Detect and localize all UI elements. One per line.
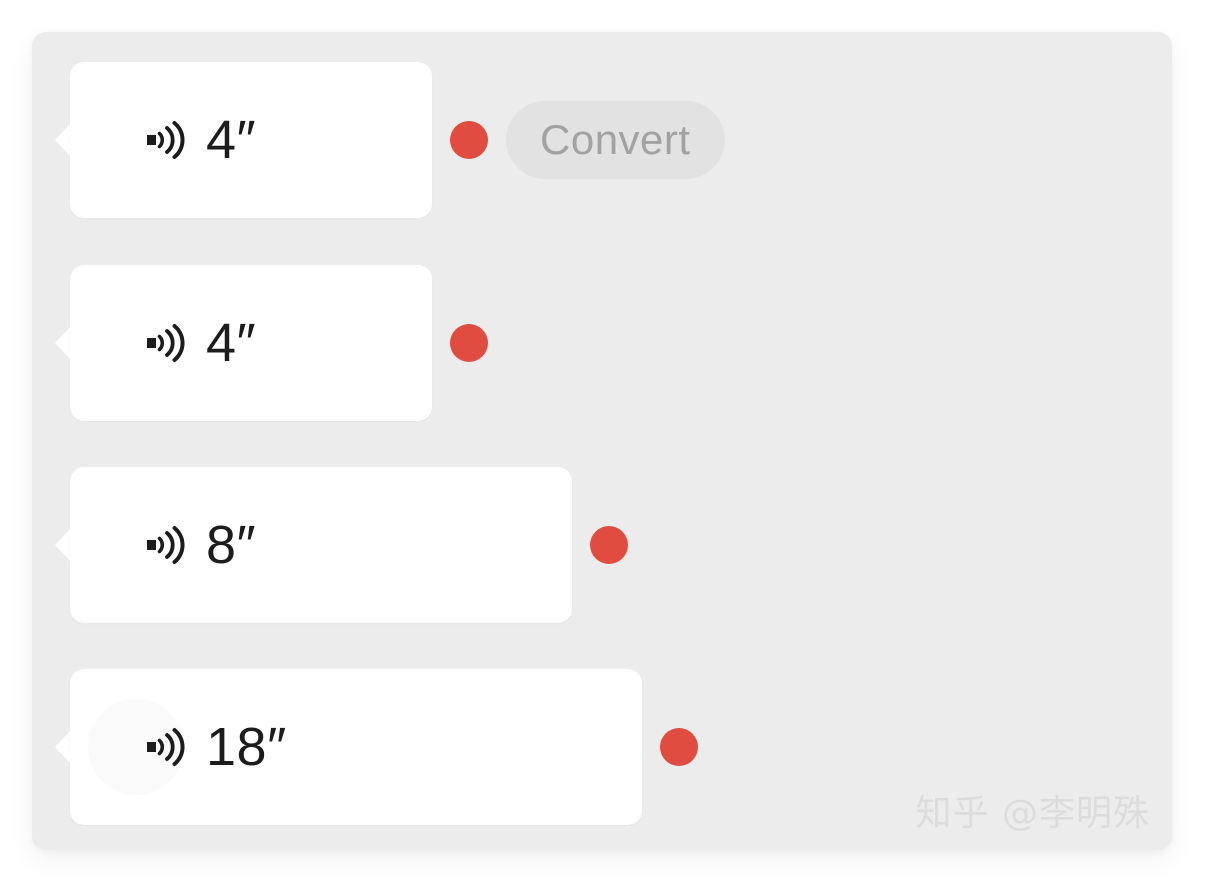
voice-duration-label: 4″ xyxy=(206,313,257,373)
bubble-tail xyxy=(55,326,71,360)
sound-wave-icon xyxy=(142,320,188,366)
voice-duration-label: 4″ xyxy=(206,110,257,170)
voice-message-row: 4″ xyxy=(32,265,488,421)
watermark-text: 知乎 @李明殊 xyxy=(915,793,1150,834)
voice-message-bubble[interactable]: 18″ xyxy=(70,669,642,825)
page-stage: 4″ Convert 4″ 8″ 18″ 知乎 @李明殊 xyxy=(0,0,1206,890)
voice-message-bubble[interactable]: 4″ xyxy=(70,62,432,218)
voice-duration-label: 18″ xyxy=(206,717,287,777)
bubble-tail xyxy=(55,528,71,562)
unread-indicator-dot xyxy=(450,324,488,362)
unread-indicator-dot xyxy=(590,526,628,564)
unread-indicator-dot xyxy=(660,728,698,766)
convert-button[interactable]: Convert xyxy=(506,101,725,179)
unread-indicator-dot xyxy=(450,121,488,159)
bubble-tail xyxy=(55,730,71,764)
voice-message-row: 8″ xyxy=(32,467,628,623)
sound-wave-icon xyxy=(142,522,188,568)
sound-wave-icon xyxy=(142,724,188,770)
voice-message-row: 18″ xyxy=(32,669,698,825)
bubble-wrapper: 4″ xyxy=(55,62,432,218)
voice-message-row: 4″ Convert xyxy=(32,62,725,218)
bubble-wrapper: 8″ xyxy=(55,467,572,623)
bubble-wrapper: 4″ xyxy=(55,265,432,421)
voice-message-bubble[interactable]: 4″ xyxy=(70,265,432,421)
chat-message-panel: 4″ Convert 4″ 8″ 18″ 知乎 @李明殊 xyxy=(32,32,1172,850)
sound-wave-icon xyxy=(142,117,188,163)
bubble-tail xyxy=(55,123,71,157)
voice-message-bubble[interactable]: 8″ xyxy=(70,467,572,623)
bubble-wrapper: 18″ xyxy=(55,669,642,825)
voice-duration-label: 8″ xyxy=(206,515,257,575)
